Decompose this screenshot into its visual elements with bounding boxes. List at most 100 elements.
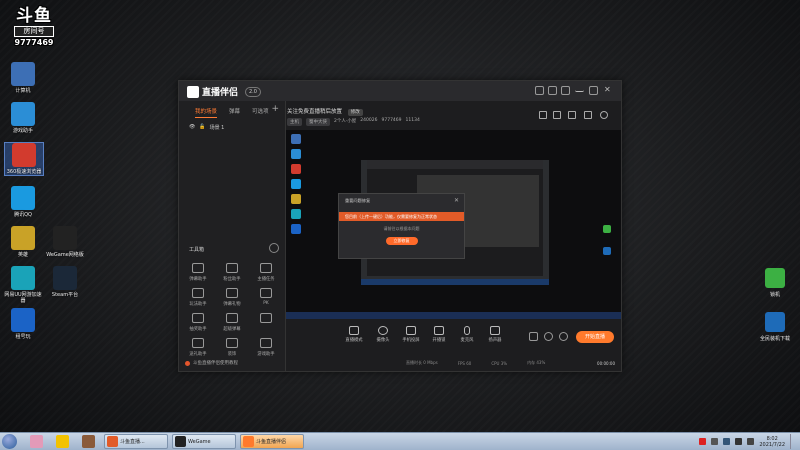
version-badge[interactable]: 2.0 xyxy=(245,87,261,97)
close-icon[interactable]: ✕ xyxy=(604,86,613,95)
watermark-room-number: 9777469 xyxy=(14,38,54,47)
tool-label: 游戏助手 xyxy=(257,352,275,357)
pinned-app-3-icon[interactable] xyxy=(82,435,95,448)
desktop-icon-5[interactable]: 网易UU网游加速器 xyxy=(4,266,42,304)
camera-icon xyxy=(378,326,388,335)
taskbar-app-icon xyxy=(175,436,186,447)
share-icon[interactable] xyxy=(600,111,608,119)
tool-item[interactable]: 主播任务 xyxy=(251,263,281,282)
skin-icon[interactable] xyxy=(548,86,557,95)
record-icon[interactable] xyxy=(529,332,538,341)
desktop-icon-4[interactable]: 英雄 xyxy=(4,226,42,258)
settings-icon[interactable] xyxy=(561,86,570,95)
network-icon[interactable] xyxy=(735,438,743,445)
scene-item[interactable]: 👁 🔓 场景 1 xyxy=(189,124,224,131)
dialog-note: 请前往以根据本问题 xyxy=(383,226,420,231)
title-bar[interactable]: 直播伴侣 2.0 ✕ xyxy=(179,81,621,101)
tool-item[interactable]: 游戏助手 xyxy=(251,338,281,357)
camera-label: 摄像头 xyxy=(376,338,390,343)
tool-icon xyxy=(192,338,204,348)
maximize-button[interactable] xyxy=(589,86,598,95)
gift-icon[interactable] xyxy=(539,111,547,119)
desktop-icon-right-0-icon xyxy=(765,268,785,288)
tool-icon xyxy=(226,313,238,323)
tutorial-link[interactable]: 斗鱼直播伴侣使用教程 xyxy=(185,360,238,366)
gear-icon[interactable] xyxy=(559,332,568,341)
tool-icon xyxy=(192,313,204,323)
dialog-close-icon[interactable]: ✕ xyxy=(454,197,459,204)
desktop-icon-6-icon xyxy=(11,308,35,332)
lock-icon[interactable]: 🔓 xyxy=(199,124,205,131)
tool-item[interactable]: PK xyxy=(251,288,281,306)
pinned-app-1-icon[interactable] xyxy=(30,435,43,448)
status-fps: FPS 60 xyxy=(457,360,472,366)
edit-title-button[interactable]: 修改 xyxy=(347,109,363,116)
minimize-button[interactable] xyxy=(575,86,584,92)
taskbar-app-2[interactable]: 斗鱼直播伴侣 xyxy=(240,434,304,449)
tool-item[interactable] xyxy=(251,313,281,326)
info-heat: 11134 xyxy=(405,118,420,123)
desktop-icon-3[interactable]: 腾讯QQ xyxy=(4,186,42,218)
tool-icon xyxy=(192,263,204,273)
taskbar-app-1[interactable]: WeGame xyxy=(172,434,236,449)
tray-icon-2[interactable] xyxy=(711,438,719,445)
tray-icon-1[interactable] xyxy=(699,438,707,445)
tool-item[interactable]: 玩法助手 xyxy=(183,288,213,307)
tool-item[interactable]: 抽奖助手 xyxy=(183,313,213,332)
desktop-icon-2[interactable]: 360极速浏览器 xyxy=(4,142,44,176)
status-bar: 直播时长 0 Mbps FPS 60 CPU 3% 内存 43% 00:00:0… xyxy=(286,356,621,370)
tool-icon xyxy=(260,288,272,298)
live-mode-button[interactable]: 直播模式 xyxy=(341,326,367,343)
tool-item[interactable]: 弹幕礼物 xyxy=(217,288,247,307)
desktop-icon-label: 游戏助手 xyxy=(12,128,33,134)
tray-icon-3[interactable] xyxy=(723,438,731,445)
desktop-icon-0[interactable]: 计算机 xyxy=(4,62,42,94)
desktop-icon-col2-0[interactable]: WeGame网络版 xyxy=(46,226,84,258)
tab-options[interactable]: 可选项 xyxy=(252,107,269,118)
desktop-icon-1[interactable]: 游戏助手 xyxy=(4,102,42,134)
tool-item[interactable]: 送礼助手 xyxy=(183,338,213,357)
phone-cast-button[interactable]: 手机投屏 xyxy=(398,326,424,343)
status-bitrate: 直播时长 0 Mbps xyxy=(406,360,438,365)
desktop-icon-right-0[interactable]: 锁机 xyxy=(755,268,795,298)
add-scene-button[interactable]: + xyxy=(271,104,279,114)
tool-label: 主播任务 xyxy=(257,277,275,282)
show-desktop-button[interactable] xyxy=(790,434,796,449)
taskbar-app-icon xyxy=(107,436,118,447)
clock[interactable]: 8:02 2021/7/22 xyxy=(759,436,785,448)
home-icon[interactable] xyxy=(568,111,576,119)
preview-right-icons xyxy=(603,225,613,269)
lock-stream-button[interactable]: 开播锁 xyxy=(426,326,452,343)
desktop-icon-label: 租号玩 xyxy=(15,334,31,340)
status-cpu: CPU 3% xyxy=(491,360,508,366)
desktop-icon-0-icon xyxy=(11,62,35,86)
repair-now-button[interactable]: 立即修复 xyxy=(385,237,418,245)
tab-my-scenes[interactable]: 我的场景 xyxy=(195,107,218,118)
tool-item[interactable]: 超级弹幕 xyxy=(217,313,247,332)
tool-item[interactable]: 粉丝助手 xyxy=(217,263,247,282)
message-icon[interactable] xyxy=(535,86,544,95)
eye-preview-icon[interactable] xyxy=(544,332,553,341)
tab-danmaku[interactable]: 弹幕 xyxy=(229,107,240,118)
speaker-button[interactable]: 扬声器 xyxy=(482,326,508,343)
desktop-icon-col2-1[interactable]: Steam平台 xyxy=(46,266,84,298)
tool-item[interactable]: 弹幕助手 xyxy=(183,263,213,282)
start-live-button[interactable]: 开始直播 xyxy=(576,331,614,343)
start-button[interactable] xyxy=(2,434,17,449)
desktop-icon-label: 英雄 xyxy=(17,252,28,258)
eye-icon[interactable]: 👁 xyxy=(189,124,195,131)
taskbar-app-0[interactable]: 斗鱼直播... xyxy=(104,434,168,449)
camera-button[interactable]: 摄像头 xyxy=(370,326,396,343)
preview-desktop-icons xyxy=(291,134,303,239)
toolbox-collapse-icon[interactable] xyxy=(269,243,279,253)
volume-icon[interactable] xyxy=(747,438,755,445)
tool-label: 超级弹幕 xyxy=(223,327,241,332)
tool-item[interactable]: 装饰 xyxy=(217,338,247,357)
microphone-button[interactable]: 麦克风 xyxy=(454,326,480,343)
desktop-icon-6[interactable]: 租号玩 xyxy=(4,308,42,340)
desktop-icon-right-1[interactable]: 全民装机下载 xyxy=(755,312,795,342)
link-icon[interactable] xyxy=(584,111,592,119)
layout-icon[interactable] xyxy=(553,111,561,119)
pinned-app-2-icon[interactable] xyxy=(56,435,69,448)
info-category[interactable]: 蜀中大侠 xyxy=(306,118,330,126)
